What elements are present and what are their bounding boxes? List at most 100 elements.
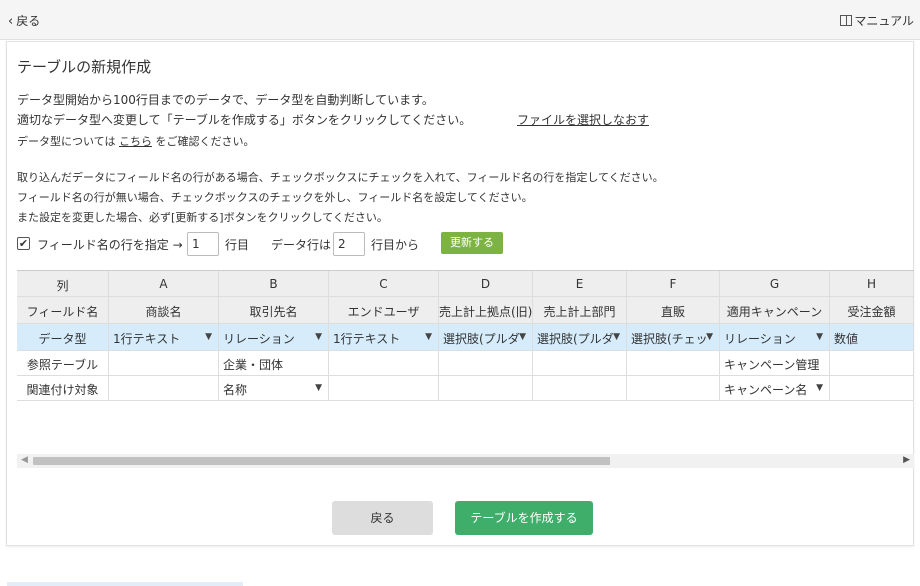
reference-table-row-text: キャンペーン管理	[724, 358, 820, 372]
page-title: テーブルの新規作成	[17, 58, 152, 76]
field-name-row-text: 取引先名	[249, 305, 298, 319]
bottom-strip	[7, 582, 243, 586]
update-button[interactable]: 更新する	[441, 232, 503, 254]
reference-table-row-cell	[830, 351, 914, 375]
chevron-down-icon: ▼	[519, 332, 526, 342]
field-name-row-text: エンドユーザ	[347, 305, 420, 319]
data-type-row-text: 1行テキスト	[333, 332, 401, 346]
field-name-row-cell: 売上計上部門	[533, 297, 627, 323]
chevron-down-icon: ▼	[315, 383, 322, 393]
top-bar: ‹ 戻る マニュアル	[0, 0, 920, 40]
manual-link-label: マニュアル	[854, 14, 914, 28]
chevron-down-icon: ▼	[613, 332, 620, 342]
data-type-row-text: リレーション	[724, 332, 796, 346]
field-name-row-cell: 取引先名	[219, 297, 329, 323]
field-row-suffix: 行目	[225, 238, 250, 252]
column-letter-row-label: 列	[17, 271, 109, 296]
reference-table-row: 参照テーブル 企業・団体 キャンペーン管理	[17, 351, 914, 376]
link-target-row-text: 関連付け対象	[26, 383, 99, 397]
book-icon	[840, 15, 853, 26]
link-target-row-cell	[830, 376, 914, 400]
reference-table-row-cell	[329, 351, 439, 375]
back-button[interactable]: 戻る	[332, 501, 433, 535]
column-letter-row-text: G	[769, 277, 780, 291]
note-line-2: フィールド名の行が無い場合、チェックボックスのチェックを外し、フィールド名を設定…	[17, 191, 533, 204]
data-type-row: データ型 1行テキスト ▼ リレーション ▼ 1行テキスト ▼ 選択肢(プルダ ▼ 選択肢(プルダ…	[17, 324, 914, 351]
link-target-row-text: 名称	[223, 383, 248, 397]
chevron-down-icon: ▼	[706, 332, 713, 342]
column-letter-row-text: B	[269, 277, 278, 291]
field-settings-grid: 列 A B C D E F G H フィールド名 商談名 取引先名 エンドユーザ 売上計上拠点(旧) 売上計…	[17, 270, 914, 404]
column-letter-row-cell: B	[219, 271, 329, 296]
field-name-row-label: フィールド名	[17, 297, 109, 323]
scroll-right-icon[interactable]: ▶	[903, 455, 910, 465]
column-letter-row-text: E	[575, 277, 584, 291]
datatype-help-link[interactable]: こちら	[119, 135, 152, 148]
column-letter-row-cell: H	[830, 271, 914, 296]
reference-table-row-cell	[627, 351, 720, 375]
data-type-row-text: 選択肢(プルダ	[443, 332, 520, 346]
note-line-3: また設定を変更した場合、必ず[更新する]ボタンをクリックしてください。	[17, 211, 388, 224]
data-type-row-text: 選択肢(チェッ	[631, 332, 708, 346]
column-letter-row-cell: C	[329, 271, 439, 296]
link-target-row-cell	[533, 376, 627, 400]
horizontal-scrollbar[interactable]: ◀ ▶	[17, 454, 914, 468]
data-type-row-select[interactable]: 1行テキスト ▼	[329, 324, 439, 350]
data-type-row-select[interactable]: 選択肢(チェッ ▼	[627, 324, 720, 350]
back-link-label: 戻る	[16, 14, 41, 28]
column-letter-row-text: D	[480, 277, 491, 291]
data-type-row-select[interactable]: 選択肢(プルダ ▼	[533, 324, 627, 350]
data-type-row-text: 選択肢(プルダ	[537, 332, 614, 346]
note-line-1: 取り込んだデータにフィールド名の行がある場合、チェックボックスにチェックを入れて…	[17, 171, 664, 184]
data-type-row-select[interactable]: リレーション ▼	[219, 324, 329, 350]
data-type-row-select[interactable]: 1行テキスト ▼	[109, 324, 219, 350]
create-table-button[interactable]: テーブルを作成する	[455, 501, 593, 535]
data-type-row-text: データ型	[38, 332, 87, 346]
create-table-panel: テーブルの新規作成 データ型開始から100行目までのデータで、データ型を自動判断…	[6, 41, 914, 586]
chevron-down-icon: ▼	[816, 383, 823, 393]
reselect-file-link[interactable]: ファイルを選択しなおす	[517, 111, 649, 128]
column-letter-row-text: 列	[56, 279, 69, 293]
field-name-row-text: 直販	[660, 305, 685, 319]
link-target-row-text: キャンペーン名	[724, 383, 808, 397]
chevron-down-icon: ▼	[315, 332, 322, 342]
column-letter-row-cell: G	[720, 271, 830, 296]
field-name-row-text: 売上計上拠点(旧)	[439, 305, 533, 319]
field-name-row-cell: 売上計上拠点(旧)	[439, 297, 533, 323]
link-target-row-cell	[329, 376, 439, 400]
scroll-left-icon[interactable]: ◀	[21, 455, 28, 465]
field-name-row-cell: 直販	[627, 297, 720, 323]
data-row-input[interactable]: 2	[333, 232, 365, 256]
back-link[interactable]: ‹ 戻る	[8, 12, 40, 29]
field-name-row-text: フィールド名	[26, 305, 99, 319]
manual-link[interactable]: マニュアル	[840, 12, 914, 29]
field-row-checkbox[interactable]: ✔	[17, 237, 30, 250]
description-line-2: 適切なデータ型へ変更して「テーブルを作成する」ボタンをクリックしてください。	[17, 113, 472, 127]
reference-table-row-cell	[109, 351, 219, 375]
link-target-row-cell	[439, 376, 533, 400]
column-letter-row-cell: E	[533, 271, 627, 296]
data-type-row-cell: 数値	[830, 324, 914, 350]
field-name-row-cell: 商談名	[109, 297, 219, 323]
data-type-row-text: 1行テキスト	[113, 332, 181, 346]
reference-table-row-cell: キャンペーン管理	[720, 351, 830, 375]
field-row-label: フィールド名の行を指定 →	[37, 238, 183, 252]
data-type-row-select[interactable]: 選択肢(プルダ ▼	[439, 324, 533, 350]
chevron-left-icon: ‹	[8, 14, 14, 29]
datatype-note-prefix: データ型については	[17, 135, 116, 148]
data-type-row-select[interactable]: リレーション ▼	[720, 324, 830, 350]
scrollbar-thumb[interactable]	[33, 457, 610, 465]
data-row-suffix: 行目から	[371, 238, 420, 252]
column-letter-row-text: A	[159, 277, 168, 291]
reference-table-row-cell	[533, 351, 627, 375]
field-name-row-text: 商談名	[145, 305, 182, 319]
field-row-input[interactable]: 1	[187, 232, 219, 256]
column-letter-row-text: H	[866, 277, 877, 291]
data-row-label: データ行は	[271, 238, 332, 252]
field-name-row-cell: 適用キャンペーン	[720, 297, 830, 323]
field-name-row-cell: 受注金額	[830, 297, 914, 323]
link-target-row-select[interactable]: キャンペーン名 ▼	[720, 376, 830, 400]
link-target-row-cell	[627, 376, 720, 400]
column-letter-row-cell: F	[627, 271, 720, 296]
link-target-row-select[interactable]: 名称 ▼	[219, 376, 329, 400]
